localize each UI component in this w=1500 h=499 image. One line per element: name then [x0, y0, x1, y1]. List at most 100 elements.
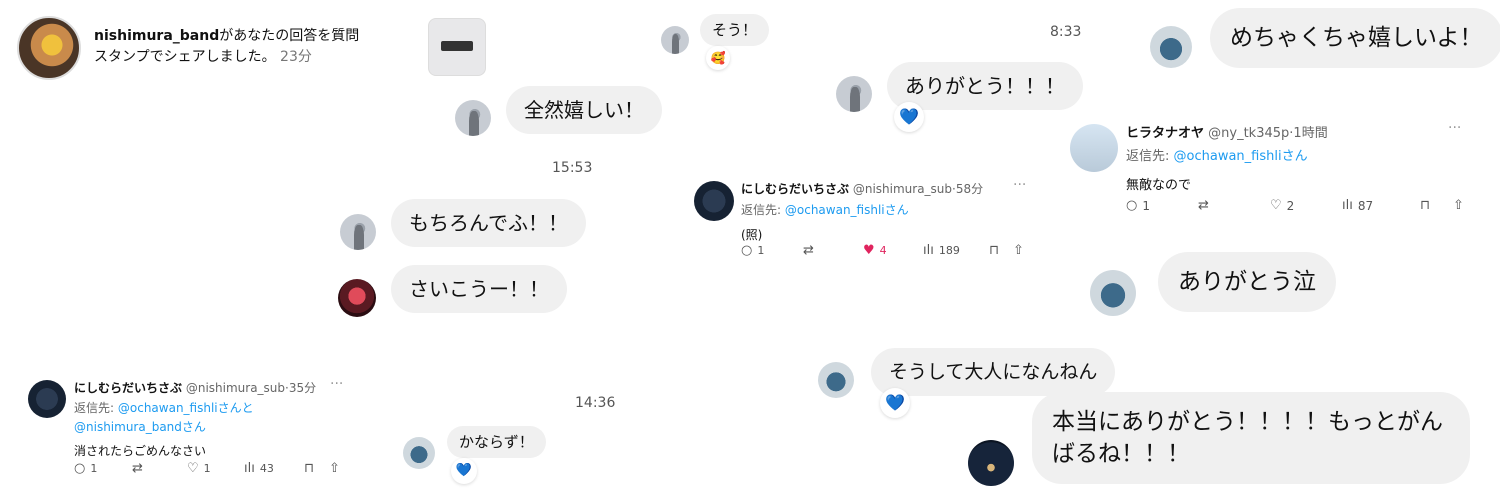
- message-bubble[interactable]: かならず！: [447, 426, 546, 458]
- reply-count: 1: [1142, 198, 1150, 213]
- reply-to-suffix: さん: [1281, 149, 1308, 164]
- bookmark-icon: ⊓: [989, 243, 1000, 258]
- tweet-avatar[interactable]: [1070, 124, 1118, 172]
- notification-ago: 23分: [280, 49, 312, 65]
- reply-to-prefix: 返信先:: [74, 401, 115, 415]
- reaction-smile[interactable]: 🥰: [706, 46, 730, 70]
- reply-button[interactable]: ○ 1: [1126, 198, 1198, 213]
- reply-to-link[interactable]: @ochawan_fishli: [1174, 149, 1282, 164]
- tweet-time: 58分: [955, 182, 984, 196]
- notification-user: nishimura_band: [94, 28, 220, 44]
- dm-avatar: [661, 26, 689, 54]
- more-options-icon[interactable]: ···: [1448, 120, 1461, 136]
- tweet-avatar[interactable]: [694, 181, 734, 221]
- tweet-text: (照): [741, 228, 763, 242]
- dm-avatar: [340, 214, 376, 250]
- view-count: 43: [259, 462, 274, 475]
- message-timestamp: 14:36: [575, 395, 616, 411]
- notification-avatar[interactable]: [17, 16, 81, 80]
- liked-heart-icon: ♥: [863, 243, 875, 258]
- reaction-heart[interactable]: 💙: [894, 102, 924, 132]
- tweet-reply[interactable]: ヒラタナオヤ @ny_tk345p·1時間 返信先: @ochawan_fish…: [1126, 122, 1476, 222]
- views-button[interactable]: ılı 189: [923, 243, 989, 258]
- tweet-reply[interactable]: にしむらだいちさぶ @nishimura_sub·58分 返信先: @ochaw…: [741, 180, 1041, 270]
- like-button[interactable]: ♥ 4: [863, 243, 923, 258]
- tweet-author-name[interactable]: ヒラタナオヤ: [1126, 126, 1204, 141]
- reply-icon: ○: [74, 461, 86, 476]
- bookmark-icon: ⊓: [304, 461, 315, 476]
- reply-button[interactable]: ○ 1: [74, 461, 132, 476]
- retweet-button[interactable]: ⇄: [1198, 198, 1270, 213]
- share-button[interactable]: ⇧: [329, 461, 349, 476]
- views-icon: ılı: [244, 461, 255, 476]
- bookmark-button[interactable]: ⊓: [989, 243, 1013, 258]
- message-timestamp: 8:33: [1050, 24, 1082, 40]
- like-button[interactable]: ♡ 2: [1270, 198, 1342, 213]
- reply-to-link[interactable]: @ochawan_fishli: [785, 203, 885, 217]
- reaction-heart[interactable]: 💙: [451, 458, 477, 484]
- dm-avatar: [818, 362, 854, 398]
- views-button[interactable]: ılı 43: [244, 461, 304, 476]
- notification-line1: があなたの回答を質問: [219, 28, 360, 44]
- tweet-author-name[interactable]: にしむらだいちさぶ: [741, 182, 849, 196]
- message-bubble[interactable]: 本当にありがとう！！！！もっとがんばるね！！！: [1032, 392, 1470, 484]
- views-button[interactable]: ılı 87: [1342, 198, 1420, 213]
- tweet-text: 無敵なので: [1126, 178, 1192, 193]
- reply-count: 1: [757, 244, 765, 257]
- message-bubble[interactable]: もちろんでふ！！: [391, 199, 586, 247]
- retweet-icon: ⇄: [1198, 198, 1209, 213]
- message-bubble[interactable]: めちゃくちゃ嬉しいよ！: [1210, 8, 1500, 68]
- dm-avatar: [403, 437, 435, 469]
- reply-to-prefix: 返信先:: [1126, 149, 1170, 164]
- dm-avatar: [1150, 26, 1192, 68]
- more-options-icon[interactable]: ···: [330, 376, 343, 392]
- dm-avatar: [338, 279, 376, 317]
- like-count: 2: [1286, 198, 1295, 213]
- notification-text[interactable]: nishimura_bandがあなたの回答を質問 スタンプでシェアしました。 2…: [94, 26, 424, 68]
- like-count: 4: [879, 244, 887, 257]
- tweet-handle[interactable]: @ny_tk345p: [1208, 126, 1289, 141]
- retweet-button[interactable]: ⇄: [803, 243, 863, 258]
- view-count: 87: [1357, 198, 1374, 213]
- message-bubble[interactable]: そうして大人になんねん: [871, 348, 1116, 396]
- message-bubble[interactable]: ありがとう！！！: [887, 62, 1083, 110]
- dm-avatar: [1090, 270, 1136, 316]
- bookmark-icon: ⊓: [1420, 198, 1431, 213]
- reply-count: 1: [90, 462, 98, 475]
- reply-to-link[interactable]: @ochawan_fishli: [118, 401, 218, 415]
- share-icon: ⇧: [1453, 198, 1464, 213]
- tweet-reply[interactable]: にしむらだいちさぶ @nishimura_sub·35分 返信先: @ochaw…: [74, 379, 364, 479]
- tweet-author-name[interactable]: にしむらだいちさぶ: [74, 381, 182, 395]
- like-icon: ♡: [187, 461, 199, 476]
- message-bubble[interactable]: そう！: [700, 14, 770, 46]
- share-button[interactable]: ⇧: [1453, 198, 1473, 213]
- dm-avatar: [836, 76, 872, 112]
- tweet-avatar[interactable]: [28, 380, 66, 418]
- message-bubble[interactable]: ありがとう泣: [1158, 252, 1336, 312]
- reply-button[interactable]: ○ 1: [741, 243, 803, 258]
- views-icon: ılı: [1342, 198, 1353, 213]
- reaction-heart[interactable]: 💙: [880, 388, 910, 418]
- bookmark-button[interactable]: ⊓: [304, 461, 329, 476]
- reply-to-suffix: さんと: [217, 401, 254, 415]
- retweet-icon: ⇄: [803, 243, 814, 258]
- like-count: 1: [203, 462, 211, 475]
- share-button[interactable]: ⇧: [1013, 243, 1033, 258]
- retweet-button[interactable]: ⇄: [132, 461, 187, 476]
- message-bubble[interactable]: 全然嬉しい！: [506, 86, 662, 134]
- dm-avatar: [968, 440, 1014, 486]
- reply-to-link[interactable]: @nishimura_band: [74, 420, 182, 434]
- notification-line2: スタンプでシェアしました。: [94, 49, 276, 65]
- reply-to-suffix: さん: [181, 420, 206, 434]
- bookmark-button[interactable]: ⊓: [1420, 198, 1453, 213]
- retweet-icon: ⇄: [132, 461, 143, 476]
- message-bubble[interactable]: さいこうー！！: [391, 265, 567, 313]
- more-options-icon[interactable]: ···: [1013, 177, 1026, 193]
- dm-avatar: [455, 100, 491, 136]
- like-button[interactable]: ♡ 1: [187, 461, 244, 476]
- tweet-handle[interactable]: @nishimura_sub: [853, 182, 952, 196]
- tweet-handle[interactable]: @nishimura_sub: [186, 381, 285, 395]
- tweet-time: 1時間: [1293, 126, 1328, 141]
- shared-stamp-thumbnail[interactable]: [428, 18, 486, 76]
- reply-icon: ○: [741, 243, 753, 258]
